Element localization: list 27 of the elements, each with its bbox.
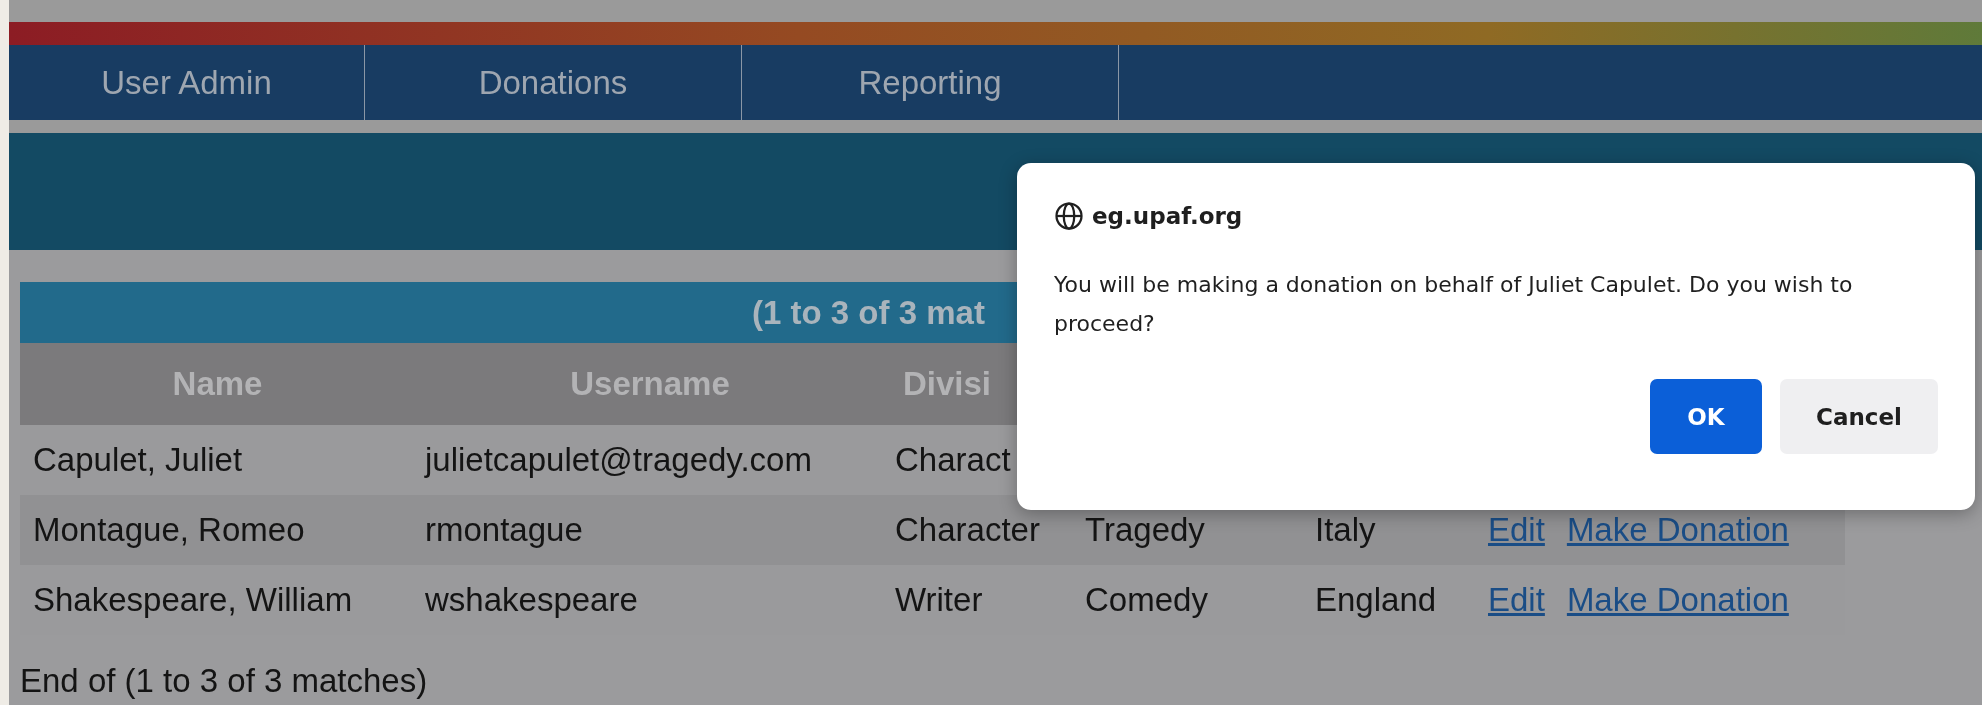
table-cell-text: Tragedy [1084,511,1206,549]
table-cell-text: Shakespeare, William [32,581,354,619]
table-cell-text: Capulet, Juliet [32,441,244,479]
ok-button[interactable]: OK [1650,379,1762,454]
table-cell-text: Comedy [1084,581,1209,619]
results-footer: End of (1 to 3 of 3 matches) [20,661,1982,701]
table-link[interactable]: Edit [1488,581,1545,619]
table-cell-text: Charact [894,441,1012,479]
column-header: Name [171,365,264,403]
cancel-button[interactable]: Cancel [1780,379,1938,454]
table-cell-text: England [1314,581,1438,619]
column-header: Username [569,365,731,403]
table-cell-text: wshakespeare [424,581,639,619]
table-cell-text: rmontague [424,511,584,549]
table-link[interactable]: Make Donation [1566,511,1789,549]
table-link[interactable]: Edit [1488,511,1545,549]
site-name: eg.upaf.org [1092,203,1243,229]
table-cell-text: Montague, Romeo [32,511,306,549]
table-cell-text: julietcapulet@tragedy.com [423,441,813,479]
table-link[interactable]: Make Donation [1566,581,1789,619]
results-count: (1 to 3 of 3 mat [752,293,985,332]
column-header: Divisi [902,365,993,403]
dialog-message: You will be making a donation on behalf of Juliet Capulet. Do you wish to proceed? [1054,271,1854,338]
table-cell-text: Writer [894,581,984,619]
table-cell-text: Character [894,511,1041,549]
table-cell-text: Italy [1314,511,1377,549]
globe-icon [1054,201,1084,231]
